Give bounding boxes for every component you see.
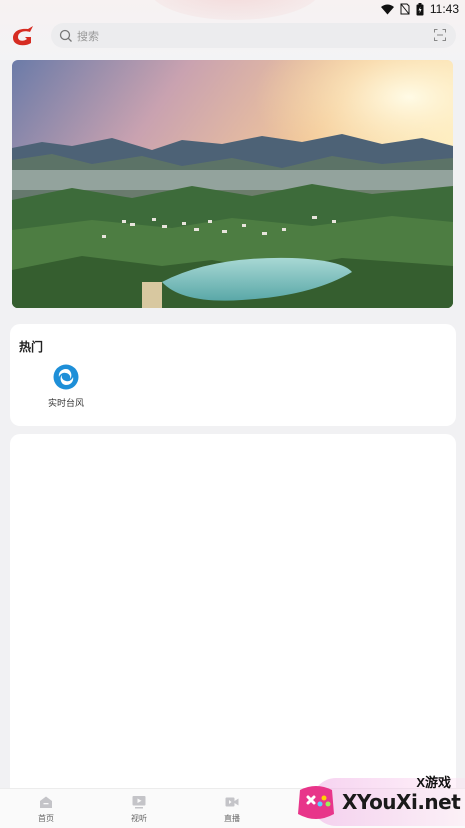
video-icon bbox=[225, 797, 239, 807]
nav-item-live[interactable]: 直播 bbox=[207, 795, 257, 827]
typhoon-icon bbox=[53, 364, 79, 390]
search-input[interactable]: 搜索 bbox=[51, 23, 456, 48]
watermark-big-text: XYouXi.net bbox=[342, 790, 461, 814]
watermark-small-text: X游戏 bbox=[416, 775, 451, 790]
landscape-photo bbox=[12, 60, 453, 308]
site-watermark: X游戏 XYouXi.net bbox=[292, 772, 465, 828]
scan-icon[interactable] bbox=[434, 29, 446, 41]
nav-item-tv[interactable]: 视听 bbox=[114, 795, 164, 827]
app-logo-icon[interactable] bbox=[10, 24, 36, 48]
search-icon bbox=[59, 29, 72, 42]
nav-item-home[interactable]: 首页 bbox=[21, 795, 71, 827]
hot-item-label: 实时台风 bbox=[47, 398, 84, 408]
hot-item-typhoon[interactable]: 实时台风 bbox=[43, 364, 89, 414]
wifi-icon bbox=[380, 4, 394, 14]
nav-label-home: 首页 bbox=[38, 814, 54, 823]
battery-icon bbox=[416, 2, 424, 15]
banner-image[interactable] bbox=[12, 60, 453, 308]
nav-label-live: 直播 bbox=[224, 814, 240, 823]
status-time: 11:43 bbox=[429, 2, 459, 16]
no-sim-icon bbox=[400, 3, 410, 15]
content-area bbox=[10, 434, 456, 794]
hot-section: 热门 实时台风 bbox=[10, 324, 456, 426]
search-row: 搜索 bbox=[0, 22, 465, 50]
status-bar: 11:43 bbox=[0, 0, 465, 18]
nav-label-tv: 视听 bbox=[131, 814, 147, 823]
tv-icon bbox=[132, 796, 146, 809]
home-icon bbox=[40, 796, 52, 808]
search-placeholder: 搜索 bbox=[77, 30, 99, 43]
gamepad-logo-icon bbox=[298, 786, 334, 819]
hot-section-title: 热门 bbox=[19, 340, 44, 354]
